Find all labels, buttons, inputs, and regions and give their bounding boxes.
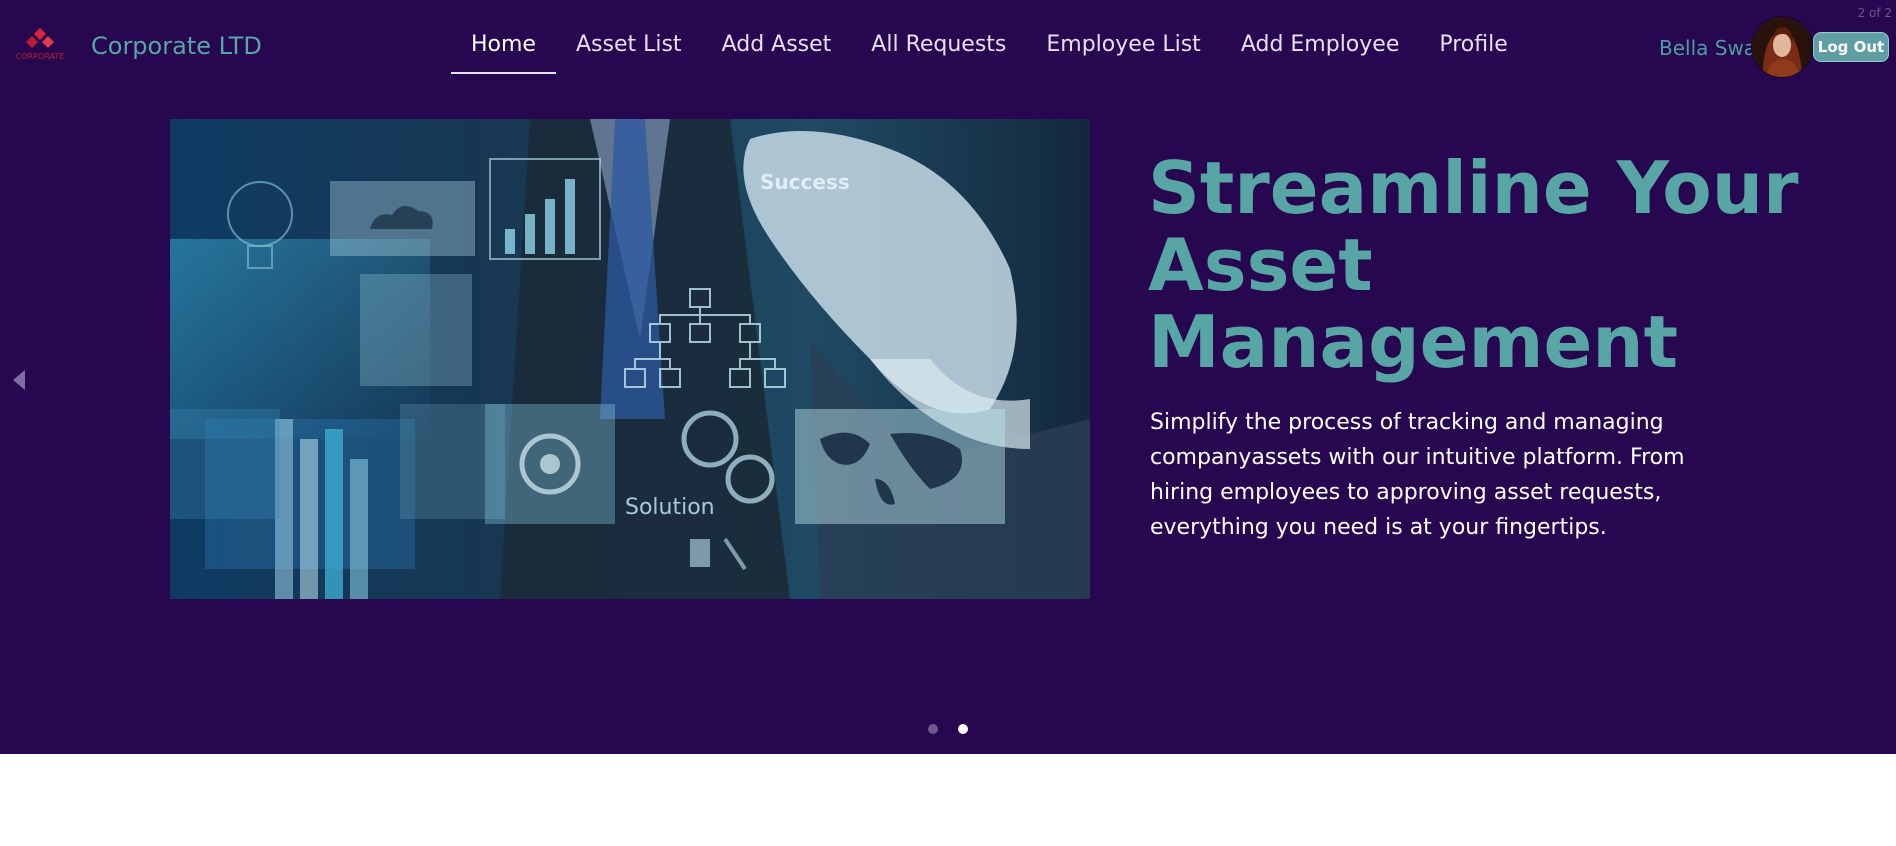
nav-add-employee[interactable]: Add Employee (1221, 28, 1420, 74)
chevron-left-icon (13, 370, 25, 390)
nav-employee-list[interactable]: Employee List (1026, 28, 1220, 74)
main-nav: Home Asset List Add Asset All Requests E… (451, 28, 1528, 74)
image-text-solution: Solution (625, 495, 715, 520)
image-text-success: Success (760, 170, 850, 194)
carousel-prev-button[interactable] (10, 368, 28, 392)
slide-image: Success Solution (170, 119, 1090, 599)
hero-headline: Streamline Your Asset Management (1148, 146, 1799, 384)
hero-description: Simplify the process of tracking and man… (1150, 410, 1685, 540)
nav-profile[interactable]: Profile (1419, 28, 1527, 74)
brand-name[interactable]: Corporate LTD (91, 32, 262, 60)
logo-text: CORPORATE (16, 52, 65, 61)
logout-button[interactable]: Log Out (1813, 32, 1889, 62)
nav-home[interactable]: Home (451, 28, 556, 74)
nav-all-requests[interactable]: All Requests (851, 28, 1026, 74)
carousel-dot-1[interactable] (928, 724, 938, 734)
carousel-dot-2[interactable] (958, 724, 968, 734)
nav-asset-list[interactable]: Asset List (556, 28, 702, 74)
company-logo[interactable]: CORPORATE (14, 26, 66, 62)
avatar[interactable] (1751, 16, 1813, 78)
hero-section: CORPORATE Corporate LTD Home Asset List … (0, 0, 1896, 754)
nav-add-asset[interactable]: Add Asset (702, 28, 852, 74)
carousel-dots (928, 724, 968, 734)
slide-counter: 2 of 2 (1857, 6, 1892, 20)
